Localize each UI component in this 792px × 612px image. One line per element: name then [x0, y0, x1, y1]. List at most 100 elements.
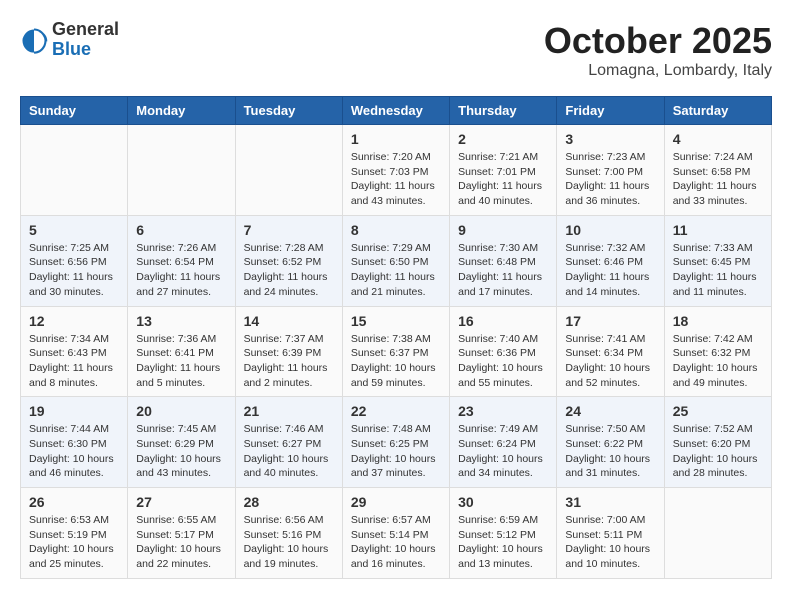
calendar-cell — [235, 125, 342, 216]
calendar-cell: 8Sunrise: 7:29 AM Sunset: 6:50 PM Daylig… — [342, 215, 449, 306]
day-info: Sunrise: 7:00 AM Sunset: 5:11 PM Dayligh… — [565, 513, 655, 572]
day-info: Sunrise: 7:21 AM Sunset: 7:01 PM Dayligh… — [458, 150, 548, 209]
day-number: 23 — [458, 403, 548, 419]
weekday-header: Wednesday — [342, 97, 449, 125]
calendar-cell — [664, 488, 771, 579]
calendar-cell: 22 Sunrise: 7:48 AM Sunset: 6:25 PM Dayli… — [342, 397, 449, 488]
weekday-header: Saturday — [664, 97, 771, 125]
day-number: 13 — [136, 313, 226, 329]
day-info: Sunrise: 7:44 AM Sunset: 6:30 PM Dayligh… — [29, 422, 119, 481]
day-info: Sunrise: 6:59 AM Sunset: 5:12 PM Dayligh… — [458, 513, 548, 572]
day-info: Sunrise: 6:56 AM Sunset: 5:16 PM Dayligh… — [244, 513, 334, 572]
day-number: 28 — [244, 494, 334, 510]
day-number: 26 — [29, 494, 119, 510]
day-info: Sunrise: 7:48 AM Sunset: 6:25 PM Dayligh… — [351, 422, 441, 481]
calendar-cell: 12 Sunrise: 7:34 AM Sunset: 6:43 PM Dayli… — [21, 306, 128, 397]
day-number: 22 — [351, 403, 441, 419]
location: Lomagna, Lombardy, Italy — [544, 62, 772, 80]
calendar-cell: 9 Sunrise: 7:30 AM Sunset: 6:48 PM Daylig… — [450, 215, 557, 306]
calendar-cell: 30 Sunrise: 6:59 AM Sunset: 5:12 PM Dayli… — [450, 488, 557, 579]
day-info: Sunrise: 6:55 AM Sunset: 5:17 PM Dayligh… — [136, 513, 226, 572]
day-number: 5 — [29, 222, 119, 238]
calendar-cell: 24Sunrise: 7:50 AM Sunset: 6:22 PM Dayli… — [557, 397, 664, 488]
calendar-cell: 11 Sunrise: 7:33 AM Sunset: 6:45 PM Dayli… — [664, 215, 771, 306]
calendar-cell: 31 Sunrise: 7:00 AM Sunset: 5:11 PM Dayli… — [557, 488, 664, 579]
calendar-cell: 14 Sunrise: 7:37 AM Sunset: 6:39 PM Dayli… — [235, 306, 342, 397]
day-number: 20 — [136, 403, 226, 419]
logo-icon — [20, 26, 48, 54]
day-info: Sunrise: 7:25 AM Sunset: 6:56 PM Dayligh… — [29, 241, 119, 300]
calendar-cell: 27 Sunrise: 6:55 AM Sunset: 5:17 PM Dayli… — [128, 488, 235, 579]
day-info: Sunrise: 7:45 AM Sunset: 6:29 PM Dayligh… — [136, 422, 226, 481]
day-info: Sunrise: 7:28 AM Sunset: 6:52 PM Dayligh… — [244, 241, 334, 300]
day-number: 4 — [673, 131, 763, 147]
day-info: Sunrise: 7:41 AM Sunset: 6:34 PM Dayligh… — [565, 332, 655, 391]
day-info: Sunrise: 7:26 AM Sunset: 6:54 PM Dayligh… — [136, 241, 226, 300]
day-number: 25 — [673, 403, 763, 419]
calendar-week-row: 19 Sunrise: 7:44 AM Sunset: 6:30 PM Dayli… — [21, 397, 772, 488]
day-number: 18 — [673, 313, 763, 329]
day-number: 6 — [136, 222, 226, 238]
calendar-cell: 21Sunrise: 7:46 AM Sunset: 6:27 PM Dayli… — [235, 397, 342, 488]
calendar-cell: 25 Sunrise: 7:52 AM Sunset: 6:20 PM Dayli… — [664, 397, 771, 488]
day-info: Sunrise: 6:53 AM Sunset: 5:19 PM Dayligh… — [29, 513, 119, 572]
calendar-cell: 15 Sunrise: 7:38 AM Sunset: 6:37 PM Dayli… — [342, 306, 449, 397]
calendar-week-row: 1Sunrise: 7:20 AM Sunset: 7:03 PM Daylig… — [21, 125, 772, 216]
calendar-cell: 16 Sunrise: 7:40 AM Sunset: 6:36 PM Dayli… — [450, 306, 557, 397]
weekday-header: Sunday — [21, 97, 128, 125]
day-info: Sunrise: 7:33 AM Sunset: 6:45 PM Dayligh… — [673, 241, 763, 300]
calendar-cell: 13 Sunrise: 7:36 AM Sunset: 6:41 PM Dayli… — [128, 306, 235, 397]
calendar-cell — [21, 125, 128, 216]
calendar-cell: 6 Sunrise: 7:26 AM Sunset: 6:54 PM Daylig… — [128, 215, 235, 306]
calendar-cell: 18Sunrise: 7:42 AM Sunset: 6:32 PM Dayli… — [664, 306, 771, 397]
day-info: Sunrise: 7:52 AM Sunset: 6:20 PM Dayligh… — [673, 422, 763, 481]
page-header: General Blue October 2025 Lomagna, Lomba… — [20, 20, 772, 80]
day-number: 27 — [136, 494, 226, 510]
calendar-cell: 19 Sunrise: 7:44 AM Sunset: 6:30 PM Dayli… — [21, 397, 128, 488]
day-number: 14 — [244, 313, 334, 329]
title-block: October 2025 Lomagna, Lombardy, Italy — [544, 20, 772, 80]
day-number: 31 — [565, 494, 655, 510]
day-info: Sunrise: 7:23 AM Sunset: 7:00 PM Dayligh… — [565, 150, 655, 209]
day-number: 7 — [244, 222, 334, 238]
weekday-header: Friday — [557, 97, 664, 125]
day-info: Sunrise: 7:50 AM Sunset: 6:22 PM Dayligh… — [565, 422, 655, 481]
calendar-cell: 29Sunrise: 6:57 AM Sunset: 5:14 PM Dayli… — [342, 488, 449, 579]
calendar-cell: 23Sunrise: 7:49 AM Sunset: 6:24 PM Dayli… — [450, 397, 557, 488]
day-info: Sunrise: 7:37 AM Sunset: 6:39 PM Dayligh… — [244, 332, 334, 391]
day-number: 16 — [458, 313, 548, 329]
day-number: 12 — [29, 313, 119, 329]
calendar-cell: 2Sunrise: 7:21 AM Sunset: 7:01 PM Daylig… — [450, 125, 557, 216]
day-info: Sunrise: 7:30 AM Sunset: 6:48 PM Dayligh… — [458, 241, 548, 300]
calendar-cell: 17 Sunrise: 7:41 AM Sunset: 6:34 PM Dayli… — [557, 306, 664, 397]
calendar-cell: 10Sunrise: 7:32 AM Sunset: 6:46 PM Dayli… — [557, 215, 664, 306]
day-info: Sunrise: 7:36 AM Sunset: 6:41 PM Dayligh… — [136, 332, 226, 391]
day-number: 1 — [351, 131, 441, 147]
month-title: October 2025 — [544, 20, 772, 62]
day-number: 9 — [458, 222, 548, 238]
day-number: 30 — [458, 494, 548, 510]
calendar-header-row: SundayMondayTuesdayWednesdayThursdayFrid… — [21, 97, 772, 125]
day-info: Sunrise: 7:24 AM Sunset: 6:58 PM Dayligh… — [673, 150, 763, 209]
calendar-cell: 5 Sunrise: 7:25 AM Sunset: 6:56 PM Daylig… — [21, 215, 128, 306]
calendar-cell: 1Sunrise: 7:20 AM Sunset: 7:03 PM Daylig… — [342, 125, 449, 216]
weekday-header: Tuesday — [235, 97, 342, 125]
logo-general: General — [52, 20, 119, 40]
day-number: 17 — [565, 313, 655, 329]
calendar-cell — [128, 125, 235, 216]
calendar-cell: 26 Sunrise: 6:53 AM Sunset: 5:19 PM Dayli… — [21, 488, 128, 579]
day-number: 15 — [351, 313, 441, 329]
day-info: Sunrise: 7:38 AM Sunset: 6:37 PM Dayligh… — [351, 332, 441, 391]
day-info: Sunrise: 7:46 AM Sunset: 6:27 PM Dayligh… — [244, 422, 334, 481]
calendar-week-row: 26 Sunrise: 6:53 AM Sunset: 5:19 PM Dayli… — [21, 488, 772, 579]
calendar-week-row: 5 Sunrise: 7:25 AM Sunset: 6:56 PM Daylig… — [21, 215, 772, 306]
day-info: Sunrise: 7:34 AM Sunset: 6:43 PM Dayligh… — [29, 332, 119, 391]
calendar-cell: 4 Sunrise: 7:24 AM Sunset: 6:58 PM Daylig… — [664, 125, 771, 216]
day-number: 10 — [565, 222, 655, 238]
weekday-header: Monday — [128, 97, 235, 125]
calendar-cell: 20 Sunrise: 7:45 AM Sunset: 6:29 PM Dayli… — [128, 397, 235, 488]
day-number: 19 — [29, 403, 119, 419]
day-number: 11 — [673, 222, 763, 238]
logo-blue: Blue — [52, 40, 119, 60]
day-info: Sunrise: 7:40 AM Sunset: 6:36 PM Dayligh… — [458, 332, 548, 391]
